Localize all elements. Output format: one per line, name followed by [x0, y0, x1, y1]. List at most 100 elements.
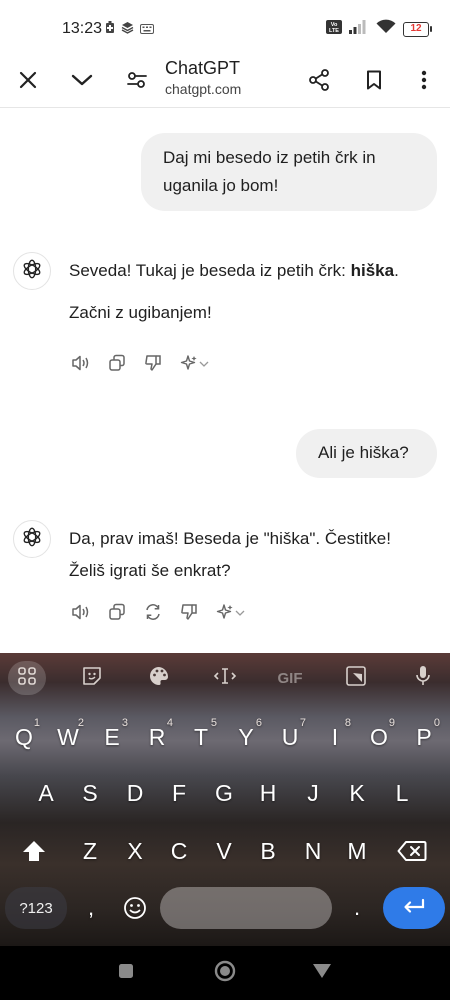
grid-icon [17, 666, 37, 690]
circle-icon [214, 960, 236, 987]
speaker-icon [71, 354, 91, 377]
thumbs-down-icon [144, 354, 162, 377]
share-button[interactable] [301, 64, 337, 100]
speaker-icon [71, 603, 91, 626]
key-m[interactable]: M [337, 829, 377, 873]
copy-button[interactable] [106, 354, 128, 376]
key-s[interactable]: S [70, 771, 110, 815]
key-b[interactable]: B [248, 829, 288, 873]
chatgpt-avatar [13, 520, 51, 558]
minimize-button[interactable] [64, 64, 100, 100]
bookmark-button[interactable] [356, 64, 392, 100]
status-system-icons: Vo LTE 12 [326, 19, 432, 39]
assistant-message: Da, prav imaš! Beseda je "hiška". Čestit… [69, 529, 391, 580]
key-d[interactable]: D [115, 771, 155, 815]
assistant-message: Seveda! Tukaj je beseda iz petih črk: hi… [69, 261, 399, 322]
copy-icon [108, 603, 126, 626]
openai-logo-icon [21, 526, 43, 553]
message-actions [70, 354, 212, 376]
recent-apps-button[interactable] [114, 961, 138, 985]
close-button[interactable] [10, 64, 46, 100]
sticker-button[interactable] [73, 661, 111, 695]
dislike-button[interactable] [142, 354, 164, 376]
microphone-icon [415, 665, 431, 691]
copy-button[interactable] [106, 603, 128, 625]
thumbs-down-icon [180, 603, 198, 626]
gif-label: GIF [277, 669, 303, 687]
gif-button[interactable]: GIF [271, 661, 309, 695]
key-r[interactable]: R4 [137, 715, 177, 759]
text-editing-button[interactable] [206, 661, 244, 695]
key-p[interactable]: P0 [404, 715, 444, 759]
key-a[interactable]: A [26, 771, 66, 815]
battery-level: 12 [403, 21, 429, 37]
key-f[interactable]: F [159, 771, 199, 815]
close-icon [19, 71, 37, 94]
floating-keyboard-button[interactable] [337, 661, 375, 695]
sparkle-icon [180, 354, 210, 377]
key-v[interactable]: V [204, 829, 244, 873]
key-h[interactable]: H [248, 771, 288, 815]
screen: 13:23 Vo LTE 12 ChatGPT chatgpt.com Daj … [0, 0, 450, 1000]
voice-input-button[interactable] [404, 661, 442, 695]
more-options-button[interactable] [406, 64, 442, 100]
user-message: Daj mi besedo iz petih črk in uganila jo… [141, 133, 437, 211]
emoji-icon [123, 897, 147, 925]
key-q[interactable]: Q1 [4, 715, 44, 759]
user-message: Ali je hiška? [296, 429, 437, 478]
enter-key[interactable] [383, 887, 445, 929]
sticker-icon [81, 665, 103, 691]
home-button[interactable] [213, 960, 237, 987]
read-aloud-button[interactable] [70, 354, 92, 376]
page-url: chatgpt.com [165, 81, 242, 97]
message-actions [70, 603, 248, 625]
key-j[interactable]: J [293, 771, 333, 815]
apps-grid-button[interactable] [8, 661, 46, 695]
key-o[interactable]: O9 [359, 715, 399, 759]
key-n[interactable]: N [293, 829, 333, 873]
model-switch-button[interactable] [214, 603, 248, 625]
browser-toolbar: ChatGPT chatgpt.com [0, 56, 450, 108]
sparkle-icon [216, 603, 246, 626]
key-c[interactable]: C [159, 829, 199, 873]
key-i[interactable]: I8 [315, 715, 355, 759]
theme-button[interactable] [140, 661, 178, 695]
comma-key[interactable]: , [72, 887, 110, 929]
symbols-key[interactable]: ?123 [5, 887, 67, 929]
key-e[interactable]: E3 [92, 715, 132, 759]
svg-text:LTE: LTE [329, 28, 339, 34]
site-settings-button[interactable] [119, 64, 155, 100]
shift-key[interactable] [14, 829, 54, 873]
regenerate-button[interactable] [142, 603, 164, 625]
system-navigation-bar [0, 946, 450, 1000]
highlighted-word: hiška [350, 261, 395, 280]
key-l[interactable]: L [382, 771, 422, 815]
battery-icon: 12 [403, 21, 432, 37]
signal-icon [349, 19, 369, 39]
dislike-button[interactable] [178, 603, 200, 625]
read-aloud-button[interactable] [70, 603, 92, 625]
back-button[interactable] [310, 961, 334, 985]
key-y[interactable]: Y6 [226, 715, 266, 759]
space-key[interactable] [160, 887, 332, 929]
key-t[interactable]: T5 [181, 715, 221, 759]
emoji-key[interactable] [115, 887, 155, 929]
period-key[interactable]: . [338, 887, 376, 929]
text-cursor-icon [212, 666, 238, 690]
key-k[interactable]: K [337, 771, 377, 815]
key-x[interactable]: X [115, 829, 155, 873]
key-u[interactable]: U7 [270, 715, 310, 759]
key-w[interactable]: W2 [48, 715, 88, 759]
battery-saver-icon [105, 21, 115, 39]
floating-keyboard-icon [345, 665, 367, 691]
backspace-key[interactable] [392, 829, 432, 873]
chatgpt-avatar [13, 252, 51, 290]
on-screen-keyboard: GIF Q1 W2 E3 R4 T5 Y6 U7 I8 O9 P0 A S D … [0, 653, 450, 946]
key-g[interactable]: G [204, 771, 244, 815]
backspace-icon [397, 841, 427, 867]
key-z[interactable]: Z [70, 829, 110, 873]
share-icon [308, 68, 330, 96]
status-time: 13:23 [62, 20, 103, 37]
model-switch-button[interactable] [178, 354, 212, 376]
square-icon [118, 963, 134, 984]
